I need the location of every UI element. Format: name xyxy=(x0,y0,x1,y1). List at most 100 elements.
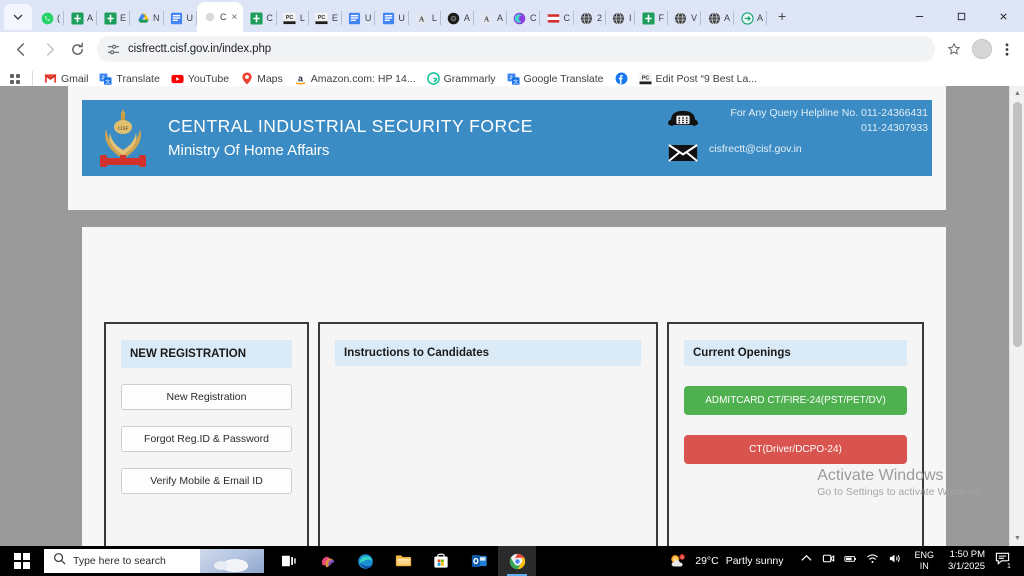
minimize-button[interactable] xyxy=(898,0,940,32)
tab-item[interactable]: C xyxy=(540,4,574,32)
profile-avatar[interactable] xyxy=(972,39,992,59)
notification-center-button[interactable]: 1 xyxy=(993,551,1018,571)
excel-icon xyxy=(70,11,84,25)
tab-search-button[interactable] xyxy=(4,4,32,30)
email-text[interactable]: cisfrectt@cisf.gov.in xyxy=(709,142,928,157)
tab-label: A xyxy=(496,13,503,23)
new-registration-panel: NEW REGISTRATION New Registration Forgot … xyxy=(104,322,309,546)
bookmark-item[interactable]: A 文 Google Translate xyxy=(507,72,604,85)
excel-icon xyxy=(249,11,263,25)
wifi-icon[interactable] xyxy=(866,552,879,570)
registration-button[interactable]: Verify Mobile & Email ID xyxy=(121,468,292,494)
banner-subtitle: Ministry Of Home Affairs xyxy=(168,142,330,160)
tab-item[interactable]: 2 xyxy=(574,4,606,32)
volume-icon[interactable] xyxy=(888,552,901,570)
start-button[interactable] xyxy=(0,546,44,576)
bookmark-item[interactable]: YouTube xyxy=(171,72,229,85)
copilot-icon[interactable] xyxy=(308,546,346,576)
bookmark-star-icon[interactable] xyxy=(942,37,966,61)
tab-label: U xyxy=(186,13,194,23)
bookmark-item[interactable]: a Amazon.com: HP 14... xyxy=(294,72,416,85)
maximize-button[interactable] xyxy=(940,0,982,32)
close-tab-icon[interactable]: × xyxy=(232,12,238,23)
tab-label: I xyxy=(628,13,632,23)
tab-item[interactable]: F xyxy=(635,4,668,32)
telephone-icon xyxy=(666,106,700,129)
scrollbar-thumb[interactable] xyxy=(1013,102,1022,347)
weather-widget[interactable]: 1 29°C Partly sunny xyxy=(664,552,791,570)
taskbar-clock[interactable]: 1:50 PM 3/1/2025 xyxy=(940,549,993,574)
tab-label: A xyxy=(87,13,94,23)
tab-label: 2 xyxy=(596,13,602,23)
bookmark-item[interactable]: PC Edit Post “9 Best La... xyxy=(639,72,757,85)
forward-button[interactable] xyxy=(36,36,62,62)
translate-icon: A文 xyxy=(507,72,520,85)
tab-item[interactable]: N xyxy=(130,4,164,32)
amazon-icon: a xyxy=(294,72,307,85)
tab-item[interactable]: A xyxy=(64,4,98,32)
current-opening-button[interactable]: CT(Driver/DCPO-24) xyxy=(684,435,907,464)
bookmark-item[interactable]: A 文 Translate xyxy=(99,72,160,85)
bookmark-item[interactable] xyxy=(615,72,628,85)
pc-icon: PC xyxy=(315,11,329,25)
system-tray: 1 29°C Partly sunny ENG IN 1:50 PM 3/1/2… xyxy=(664,549,1024,574)
tab-item[interactable]: E xyxy=(97,4,131,32)
back-button[interactable] xyxy=(8,36,34,62)
chevron-up-icon[interactable] xyxy=(800,552,813,570)
page-content: CISF CENTRAL INDUSTRIAL SECURITY FORCE M… xyxy=(0,86,1009,546)
tab-item[interactable]: V xyxy=(668,4,701,32)
tab-item[interactable]: C xyxy=(243,4,277,32)
tab-item[interactable]: U xyxy=(164,4,198,32)
tab-label: U xyxy=(364,13,372,23)
camera-icon[interactable] xyxy=(822,552,835,570)
tab-item[interactable]: PC L xyxy=(277,4,309,32)
tab-list: (A E N U C × C PC L PC E U U A L A A A C C 2 I F V A A xyxy=(34,0,768,32)
flag-icon xyxy=(546,11,560,25)
taskbar-search-box[interactable]: Type here to search xyxy=(44,549,264,573)
apps-shortcut[interactable] xyxy=(8,72,21,85)
whatsapp-icon xyxy=(40,11,54,25)
tab-item[interactable]: ( xyxy=(34,4,64,32)
new-tab-button[interactable]: + xyxy=(771,3,793,29)
address-bar[interactable]: cisfrectt.cisf.gov.in/index.php xyxy=(97,36,935,62)
outlook-icon[interactable] xyxy=(460,546,498,576)
tab-item[interactable]: A xyxy=(441,4,474,32)
site-settings-icon[interactable] xyxy=(107,43,120,56)
tab-active[interactable]: C × xyxy=(197,2,244,32)
tab-item[interactable]: I xyxy=(606,4,636,32)
microsoft-store-icon[interactable] xyxy=(422,546,460,576)
tab-label: E xyxy=(331,13,338,23)
registration-button[interactable]: Forgot Reg.ID & Password xyxy=(121,426,292,452)
scroll-down-arrow[interactable]: ▼ xyxy=(1010,531,1024,546)
bookmark-item[interactable]: Maps xyxy=(240,72,283,85)
bookmark-label: Amazon.com: HP 14... xyxy=(310,72,416,85)
pc-icon: PC xyxy=(639,72,652,85)
bookmark-item[interactable]: Grammarly xyxy=(426,72,496,85)
tab-item[interactable]: PC E xyxy=(309,4,342,32)
chrome-icon[interactable] xyxy=(498,546,536,576)
tab-item[interactable]: U xyxy=(342,4,376,32)
bookmark-item[interactable]: Gmail xyxy=(44,72,88,85)
facebook-icon xyxy=(615,72,628,85)
scroll-up-arrow[interactable]: ▲ xyxy=(1010,86,1024,101)
tab-item[interactable]: AA xyxy=(474,4,507,32)
tab-item[interactable]: U xyxy=(375,4,409,32)
registration-button[interactable]: New Registration xyxy=(121,384,292,410)
file-explorer-icon[interactable] xyxy=(384,546,422,576)
tab-item[interactable]: C xyxy=(507,4,541,32)
chrome-menu-icon[interactable] xyxy=(998,42,1016,57)
task-view-icon[interactable] xyxy=(270,546,308,576)
new-registration-heading: NEW REGISTRATION xyxy=(121,340,292,368)
tab-item[interactable]: A xyxy=(734,4,768,32)
page-scrollbar[interactable]: ▲ ▼ xyxy=(1009,86,1024,546)
youtube-icon xyxy=(171,72,184,85)
cisf-emblem-icon: CISF xyxy=(90,103,156,173)
battery-icon[interactable] xyxy=(843,552,857,570)
tab-item[interactable]: AL xyxy=(409,4,441,32)
current-opening-button[interactable]: ADMITCARD CT/FIRE-24(PST/PET/DV) xyxy=(684,386,907,415)
language-indicator[interactable]: ENG IN xyxy=(909,550,941,573)
close-button[interactable] xyxy=(982,0,1024,32)
reload-button[interactable] xyxy=(64,36,90,62)
edge-icon[interactable] xyxy=(346,546,384,576)
tab-item[interactable]: A xyxy=(701,4,735,32)
